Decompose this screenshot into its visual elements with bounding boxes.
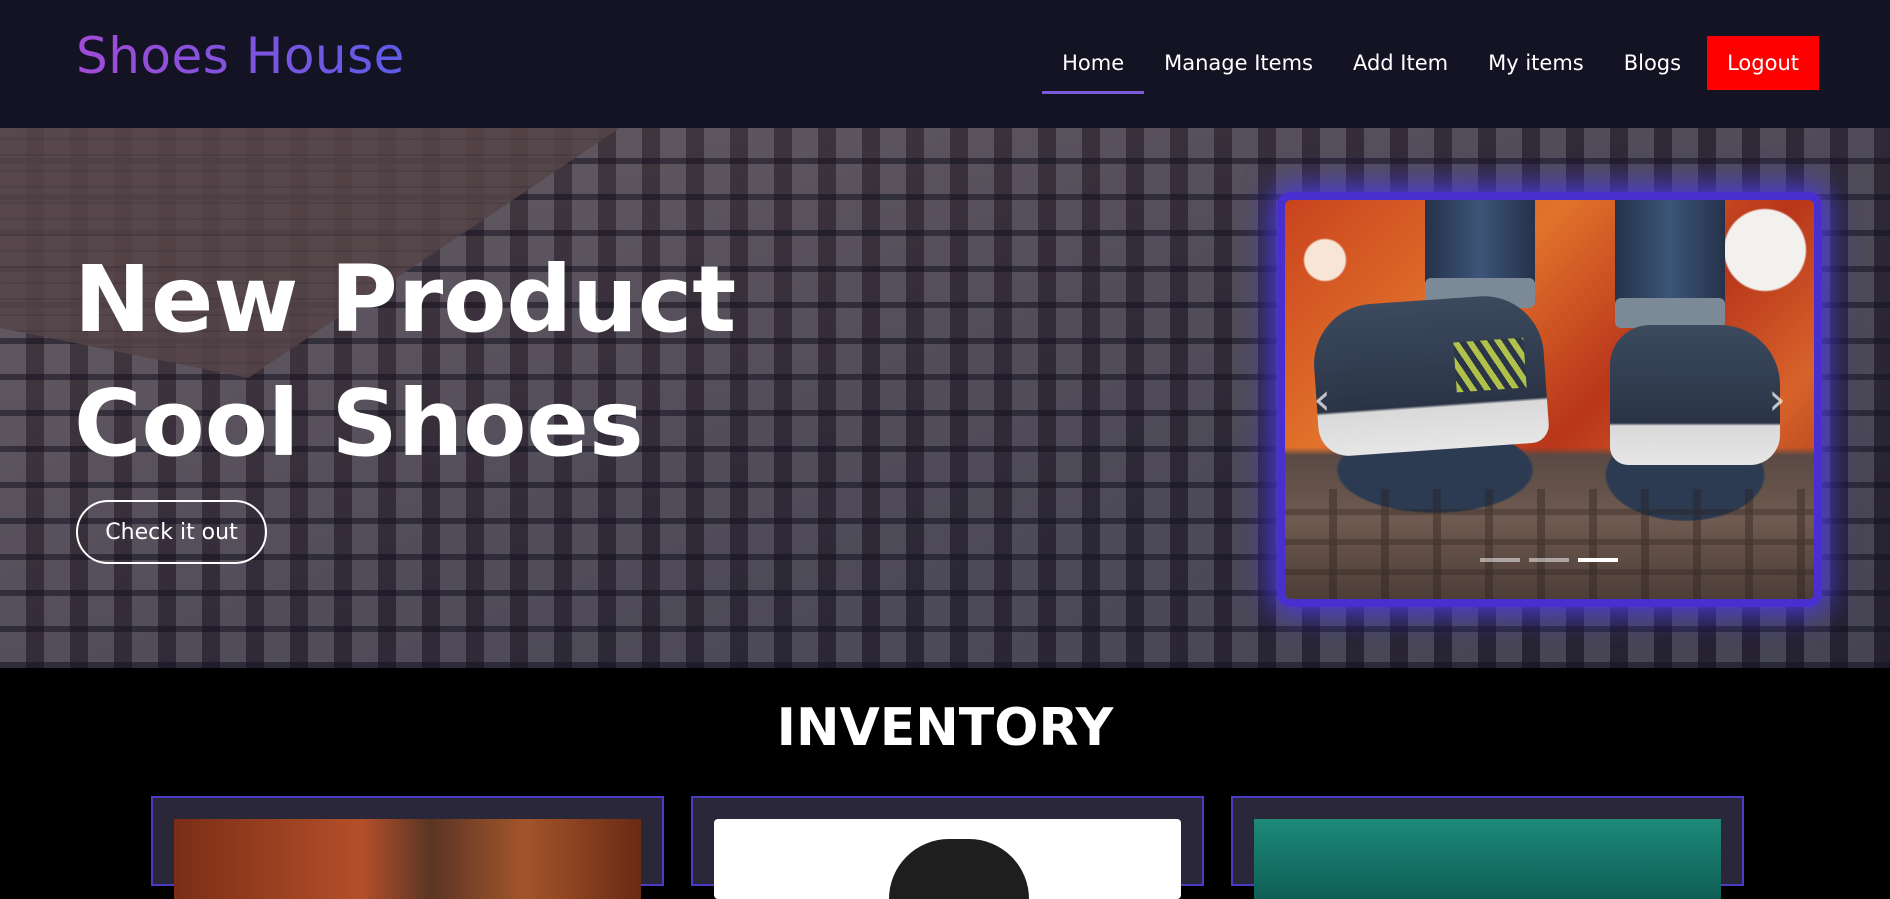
inventory-card[interactable] xyxy=(151,796,664,899)
inventory-card-image xyxy=(714,819,1181,899)
navbar: Shoes House Home Manage Items Add Item M… xyxy=(0,0,1890,128)
hero-title-line1: New Product xyxy=(74,246,737,353)
nav-links: Home Manage Items Add Item My items Blog… xyxy=(1042,36,1819,94)
cuff-right xyxy=(1615,298,1725,328)
black-shoe-image xyxy=(889,839,1029,899)
inventory-card[interactable] xyxy=(1231,796,1744,899)
inventory-section: INVENTORY xyxy=(0,668,1890,899)
carousel-indicators xyxy=(1480,558,1627,562)
hero-banner: New Product Cool Shoes Check it out ‹ › xyxy=(0,128,1890,668)
inventory-card[interactable] xyxy=(691,796,1204,899)
sneaker-accent xyxy=(1453,337,1527,393)
carousel-indicator-1[interactable] xyxy=(1480,558,1520,562)
jeans-left xyxy=(1425,200,1535,290)
carousel-slide-image xyxy=(1285,200,1814,599)
inventory-card-image xyxy=(174,819,641,899)
ground-grate xyxy=(1285,489,1814,599)
jeans-right xyxy=(1615,200,1725,310)
carousel-indicator-3[interactable] xyxy=(1578,558,1618,562)
inventory-card-image xyxy=(1254,819,1721,899)
inventory-title: INVENTORY xyxy=(776,698,1114,758)
nav-link-add-item[interactable]: Add Item xyxy=(1333,36,1468,90)
brand-logo[interactable]: Shoes House xyxy=(76,26,405,86)
hero-title: New Product Cool Shoes xyxy=(74,238,736,486)
carousel-indicator-2[interactable] xyxy=(1529,558,1569,562)
nav-link-home[interactable]: Home xyxy=(1042,36,1145,94)
chevron-left-icon[interactable]: ‹ xyxy=(1307,375,1337,425)
nav-link-blogs[interactable]: Blogs xyxy=(1604,36,1701,90)
hero-carousel: ‹ › xyxy=(1285,200,1814,599)
hero-title-line2: Cool Shoes xyxy=(74,370,644,477)
logout-button[interactable]: Logout xyxy=(1707,36,1819,90)
nav-link-my-items[interactable]: My items xyxy=(1468,36,1604,90)
nav-link-manage-items[interactable]: Manage Items xyxy=(1144,36,1333,90)
check-it-out-button[interactable]: Check it out xyxy=(76,500,267,564)
sneaker-right xyxy=(1610,325,1780,465)
chevron-right-icon[interactable]: › xyxy=(1762,375,1792,425)
